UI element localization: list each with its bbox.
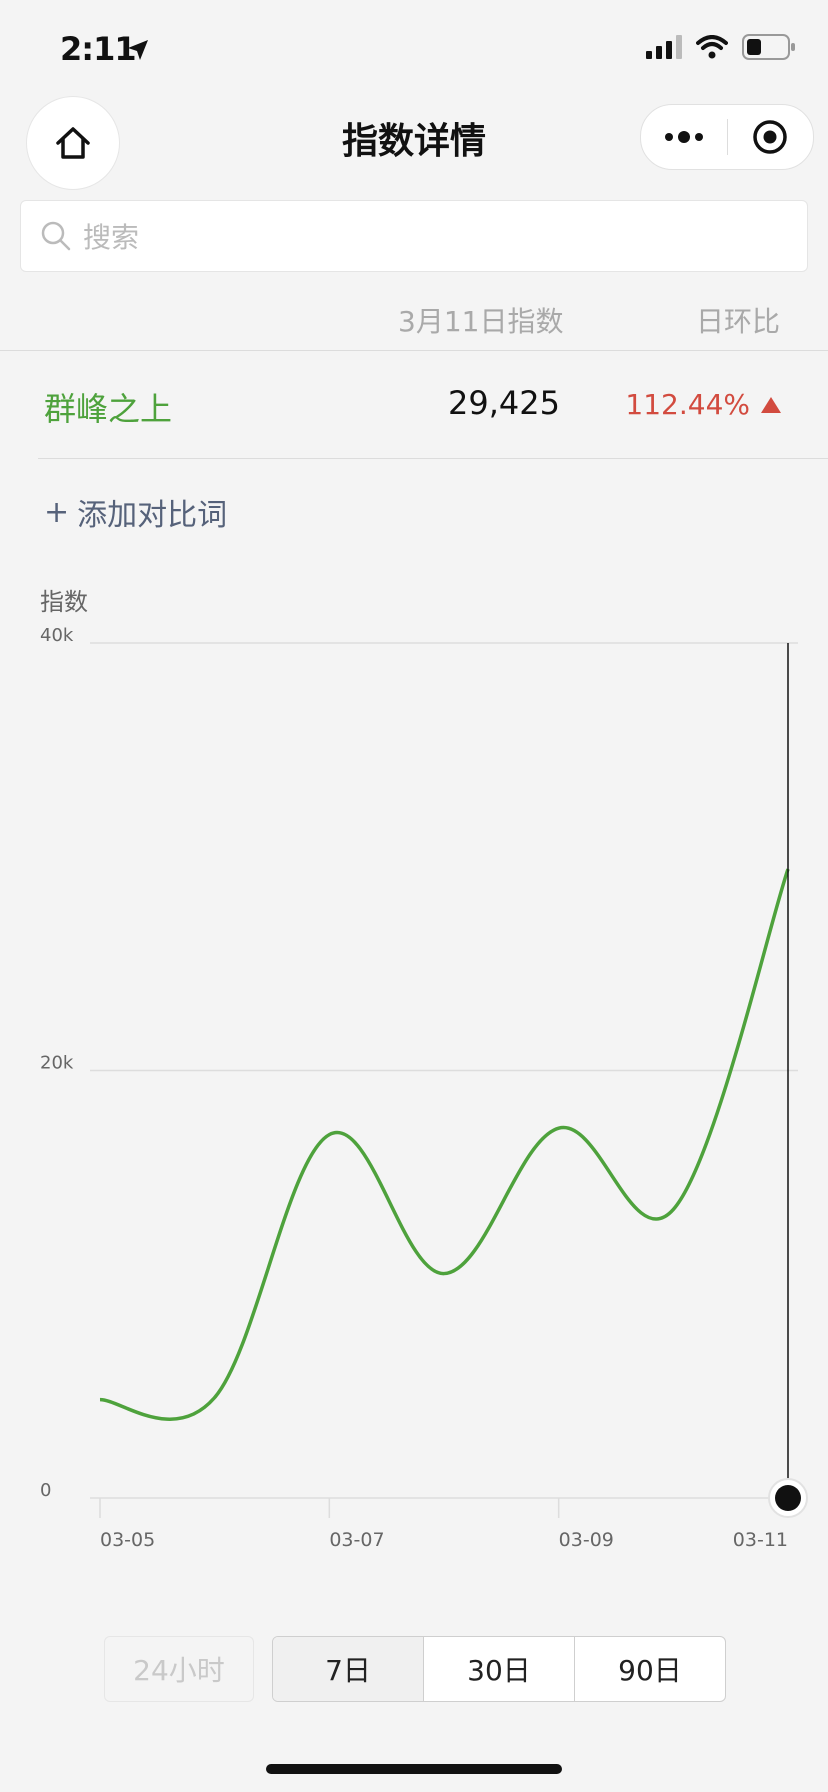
x-tick-label: 03-09	[559, 1529, 614, 1551]
up-triangle-icon	[761, 396, 781, 413]
status-time: 2:11	[60, 30, 137, 68]
range-30d-button[interactable]: 30日	[423, 1637, 574, 1701]
keyword-term[interactable]: 群峰之上	[44, 384, 172, 430]
plus-icon: +	[44, 494, 70, 530]
miniprogram-capsule	[640, 104, 814, 170]
series-line	[99, 868, 790, 1421]
add-compare-button[interactable]: + 添加对比词	[44, 490, 227, 534]
y-tick-label: 40k	[40, 625, 74, 646]
close-button[interactable]	[728, 105, 814, 169]
target-circle-icon	[753, 120, 787, 154]
range-90d-button[interactable]: 90日	[574, 1637, 725, 1701]
cursor-handle	[775, 1485, 801, 1511]
add-compare-label: 添加对比词	[77, 498, 228, 533]
day-change-value: 112.44%	[625, 388, 750, 421]
x-tick-label: 03-11	[733, 1529, 788, 1551]
range-24h-button: 24小时	[104, 1636, 254, 1702]
x-tick-label: 03-05	[100, 1529, 155, 1551]
header-divider	[0, 350, 828, 351]
header-day-change: 日环比	[696, 305, 781, 338]
search-placeholder: 搜索	[83, 221, 140, 254]
y-tick-label: 20k	[40, 1053, 74, 1074]
search-icon	[41, 221, 71, 251]
day-change: 112.44%	[625, 388, 782, 421]
cellular-signal-icon	[646, 35, 682, 59]
more-button[interactable]	[641, 105, 727, 169]
more-dots-icon	[664, 131, 703, 143]
search-bar[interactable]: 搜索	[20, 200, 808, 272]
range-selector: 7日 30日 90日	[272, 1636, 726, 1702]
wifi-icon	[696, 35, 728, 59]
status-indicators	[646, 34, 796, 60]
index-value: 29,425	[448, 384, 560, 422]
index-line-chart[interactable]: 0 20k 40k 03-05 03-07 03-09 03-11	[0, 600, 828, 1560]
row-divider	[38, 458, 828, 459]
battery-icon	[742, 34, 795, 60]
y-tick-label: 0	[40, 1480, 51, 1501]
home-indicator	[266, 1764, 562, 1774]
header-index-date: 3月11日指数	[398, 305, 564, 338]
x-tick-label: 03-07	[329, 1529, 384, 1551]
range-7d-button[interactable]: 7日	[273, 1637, 423, 1701]
location-arrow-icon	[128, 40, 148, 60]
